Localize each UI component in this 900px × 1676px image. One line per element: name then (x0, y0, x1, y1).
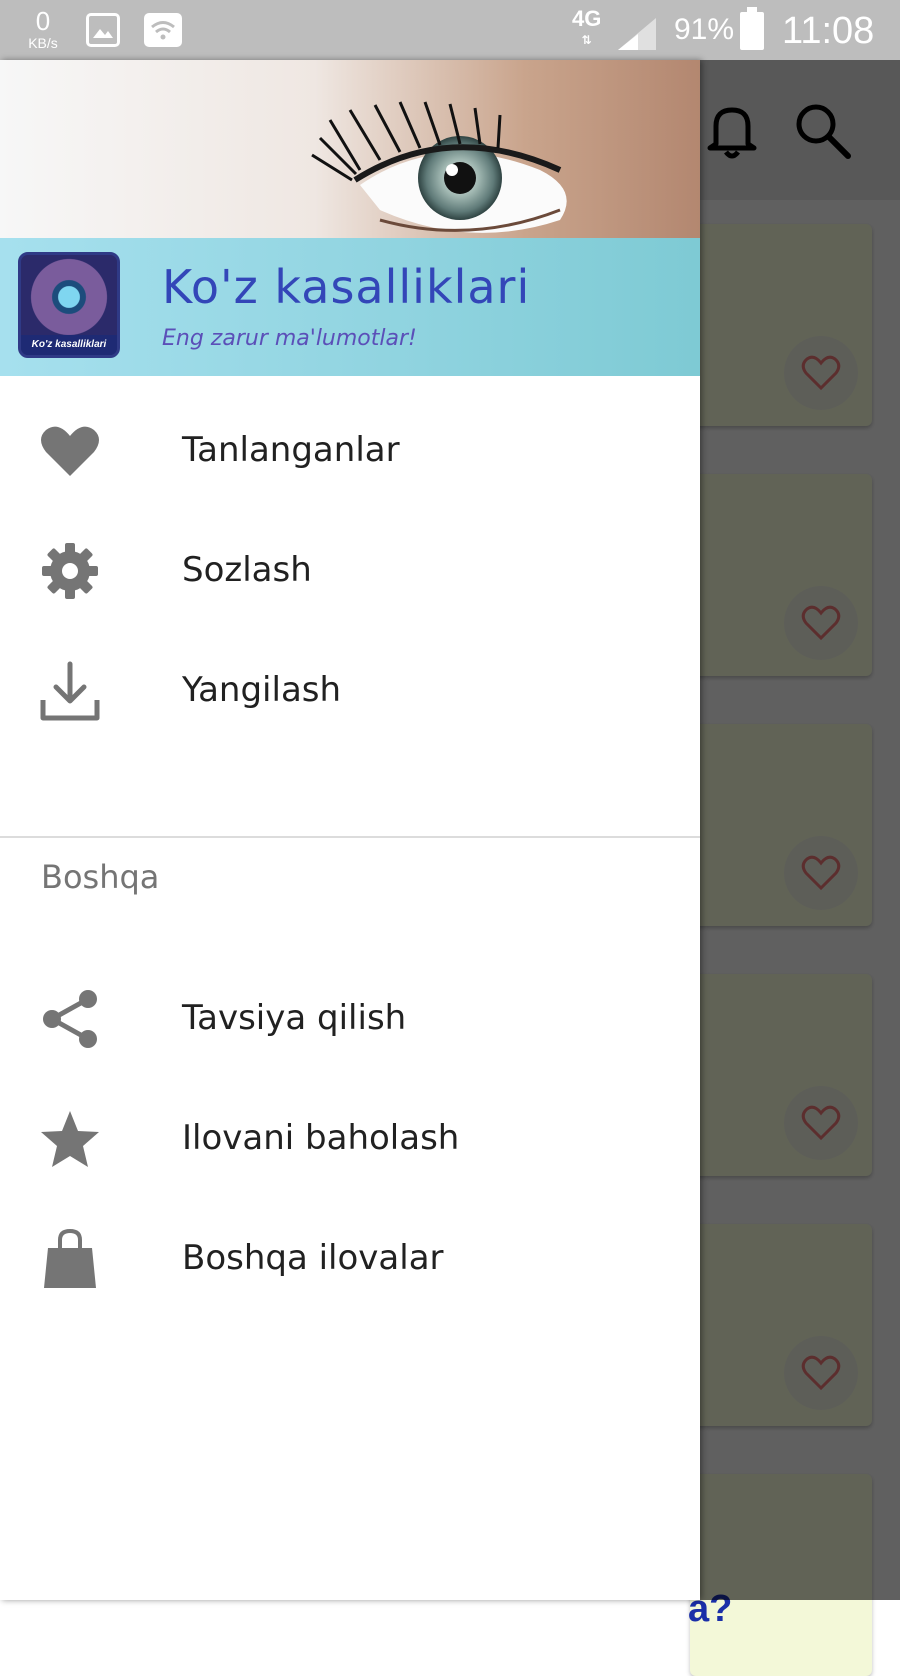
shopping-bag-icon (38, 1228, 102, 1290)
share-icon (38, 988, 102, 1050)
menu-item-share[interactable]: Tavsiya qilish (0, 958, 700, 1078)
menu-item-favorites[interactable]: Tanlanganlar (0, 390, 700, 510)
gallery-icon (86, 13, 120, 47)
data-arrows-icon: ⇅ (581, 33, 592, 47)
clock: 11:08 (782, 10, 875, 52)
speed-unit: KB/s (28, 35, 58, 51)
menu-item-rate-app[interactable]: Ilovani baholash (0, 1078, 700, 1198)
section-title: Boshqa (41, 858, 160, 896)
menu-item-label: Boshqa ilovalar (182, 1238, 444, 1278)
network-type: 4G ⇅ (572, 6, 602, 47)
menu-item-update[interactable]: Yangilash (0, 630, 700, 750)
menu-item-label: Tanlanganlar (182, 430, 400, 470)
star-icon (38, 1108, 102, 1170)
menu-item-other-apps[interactable]: Boshqa ilovalar (0, 1198, 700, 1318)
heart-icon (38, 420, 102, 482)
wifi-icon (144, 13, 182, 47)
battery-icon (740, 7, 764, 50)
menu-item-label: Sozlash (182, 550, 312, 590)
app-subtitle: Eng zarur ma'lumotlar! (162, 326, 417, 351)
logo-caption: Ko'z kasalliklari (21, 335, 117, 355)
menu-item-settings[interactable]: Sozlash (0, 510, 700, 630)
menu-item-label: Yangilash (182, 670, 342, 710)
network-label: 4G (572, 6, 602, 31)
gear-icon (38, 540, 102, 602)
status-bar: 0 KB/s 4G ⇅ 91% 11:08 (0, 0, 900, 60)
app-title: Ko'z kasalliklari (162, 260, 531, 314)
drawer-menu: Tanlanganlar Sozlash Yangilash (0, 376, 700, 750)
battery-percent: 91% (674, 13, 735, 46)
app-logo: Ko'z kasalliklari (18, 252, 120, 358)
signal-icon (618, 18, 656, 50)
divider (0, 836, 700, 838)
menu-item-label: Ilovani baholash (182, 1118, 460, 1158)
drawer-menu-other: Tavsiya qilish Ilovani baholash Boshqa i… (0, 958, 700, 1318)
header-band: Ko'z kasalliklari Ko'z kasalliklari Eng … (0, 238, 700, 376)
eye-banner-image (311, 101, 567, 233)
download-icon (38, 660, 102, 722)
speed-value: 0 (35, 6, 51, 36)
drawer-header: Ko'z kasalliklari Ko'z kasalliklari Eng … (0, 60, 700, 376)
network-speed: 0 KB/s (18, 8, 68, 50)
navigation-drawer: Ko'z kasalliklari Ko'z kasalliklari Eng … (0, 60, 700, 1600)
menu-item-label: Tavsiya qilish (182, 998, 407, 1038)
